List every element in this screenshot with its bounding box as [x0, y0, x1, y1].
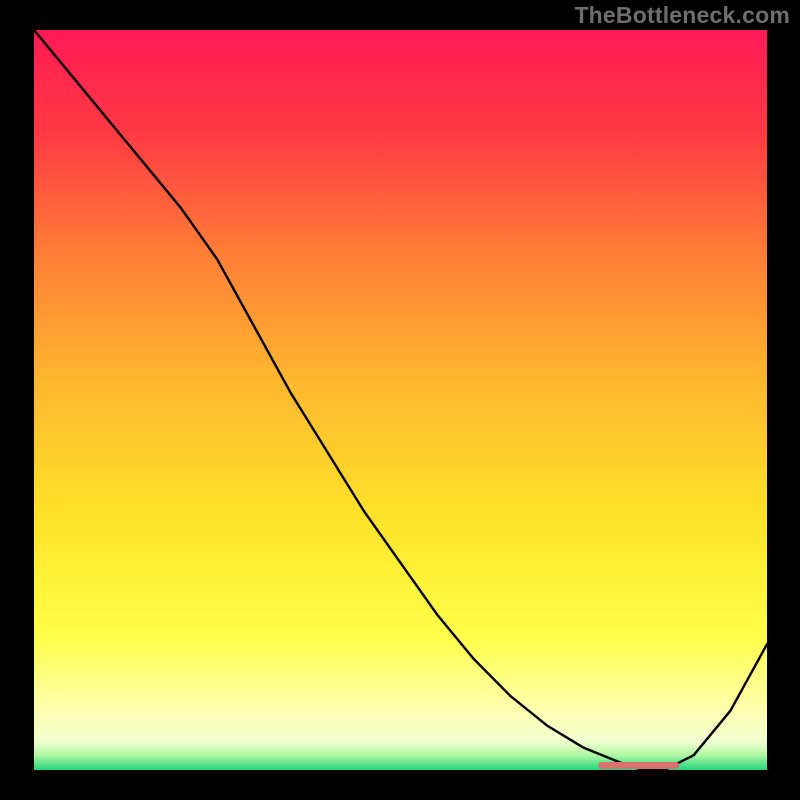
optimal-range-highlight — [598, 762, 679, 769]
bottleneck-chart — [34, 30, 767, 770]
plot-area — [34, 30, 767, 770]
watermark-text: TheBottleneck.com — [574, 2, 790, 29]
chart-canvas: TheBottleneck.com — [0, 0, 800, 800]
gradient-background — [34, 30, 767, 770]
